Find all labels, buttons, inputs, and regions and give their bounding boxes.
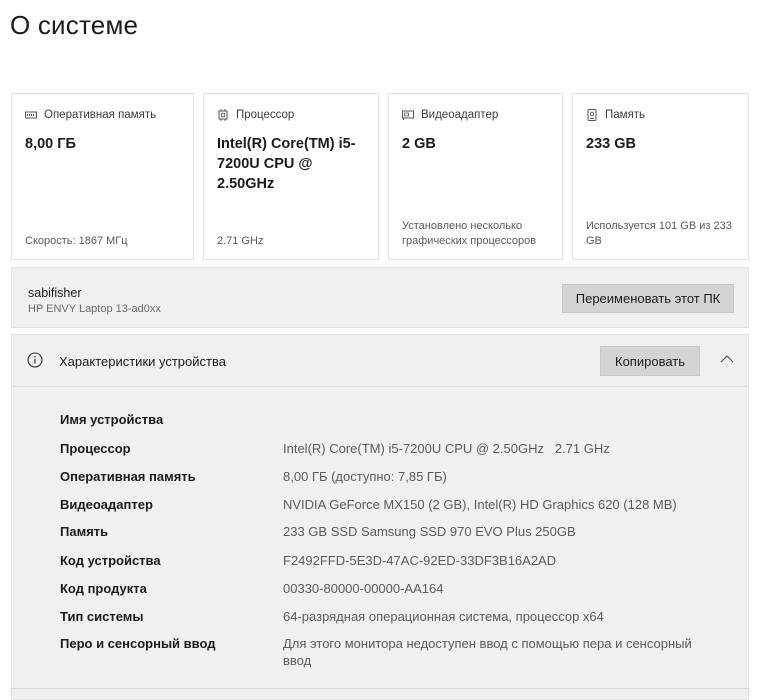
spec-value: 64-разрядная операционная система, проце… (283, 609, 604, 624)
card-value: 2 GB (402, 136, 436, 152)
spec-label: Видеоадаптер (60, 497, 153, 512)
device-specs-title: Характеристики устройства (59, 354, 226, 369)
spec-label: Процессор (60, 441, 131, 456)
spec-label: Код продукта (60, 581, 147, 596)
spec-value: 8,00 ГБ (доступно: 7,85 ГБ) (283, 469, 447, 484)
info-icon (27, 352, 43, 368)
card-label: Процессор (236, 109, 295, 121)
device-model: HP ENVY Laptop 13-ad0xx (28, 303, 161, 315)
card-footer: Скорость: 1867 МГц (25, 235, 128, 247)
card-footer: Используется 101 GB из 233 GB (586, 220, 732, 247)
spec-value: 00330-80000-00000-AA164 (283, 581, 444, 596)
card-memory: Оперативная память 8,00 ГБ Скорость: 186… (11, 93, 194, 260)
device-specs-panel: Характеристики устройства Копировать Имя… (11, 334, 749, 700)
spec-value: Intel(R) Core(TM) i5-7200U CPU @ 2.50GHz… (283, 441, 610, 456)
card-footer: 2.71 GHz (217, 235, 264, 247)
display-adapter-icon (402, 110, 414, 120)
spec-label: Память (60, 524, 109, 539)
card-value: 233 GB (586, 136, 636, 152)
device-name-bar: sabifisher HP ENVY Laptop 13-ad0xx Переи… (11, 267, 749, 328)
card-footer: Установлено несколько графических процес… (402, 220, 537, 247)
spec-label: Оперативная память (60, 469, 196, 484)
spec-value: NVIDIA GeForce MX150 (2 GB), Intel(R) HD… (283, 497, 677, 512)
card-display-adapter: Видеоадаптер 2 GB Установлено несколько … (388, 93, 563, 260)
copy-button[interactable]: Копировать (600, 346, 700, 376)
card-storage: Память 233 GB Используется 101 GB из 233… (572, 93, 749, 260)
spec-label: Тип системы (60, 609, 144, 624)
card-value: Intel(R) Core(TM) i5-7200U CPU @ 2.50GHz (217, 136, 356, 192)
spec-label: Перо и сенсорный ввод (60, 636, 216, 651)
storage-icon (587, 109, 597, 121)
chevron-up-icon[interactable] (719, 353, 735, 365)
card-label: Память (605, 109, 646, 121)
processor-icon (218, 109, 228, 121)
card-processor: Процессор Intel(R) Core(TM) i5-7200U CPU… (203, 93, 379, 260)
device-specs-header[interactable]: Характеристики устройства Копировать (12, 335, 748, 387)
memory-icon (25, 111, 37, 119)
spec-value: 233 GB SSD Samsung SSD 970 EVO Plus 250G… (283, 524, 576, 539)
card-label: Видеоадаптер (421, 109, 499, 121)
device-name: sabifisher (28, 286, 82, 300)
rename-pc-button[interactable]: Переименовать этот ПК (562, 284, 734, 313)
spec-value: Для этого монитора недоступен ввод с пом… (283, 636, 692, 668)
summary-cards: Оперативная память 8,00 ГБ Скорость: 186… (11, 93, 749, 260)
spec-label: Код устройства (60, 553, 161, 568)
card-value: 8,00 ГБ (25, 136, 76, 152)
page-title: О системе (10, 10, 139, 40)
spec-value: F2492FFD-5E3D-47AC-92ED-33DF3B16A2AD (283, 553, 557, 568)
panel-divider (11, 688, 749, 689)
spec-label: Имя устройства (60, 412, 164, 427)
card-label: Оперативная память (44, 109, 157, 121)
